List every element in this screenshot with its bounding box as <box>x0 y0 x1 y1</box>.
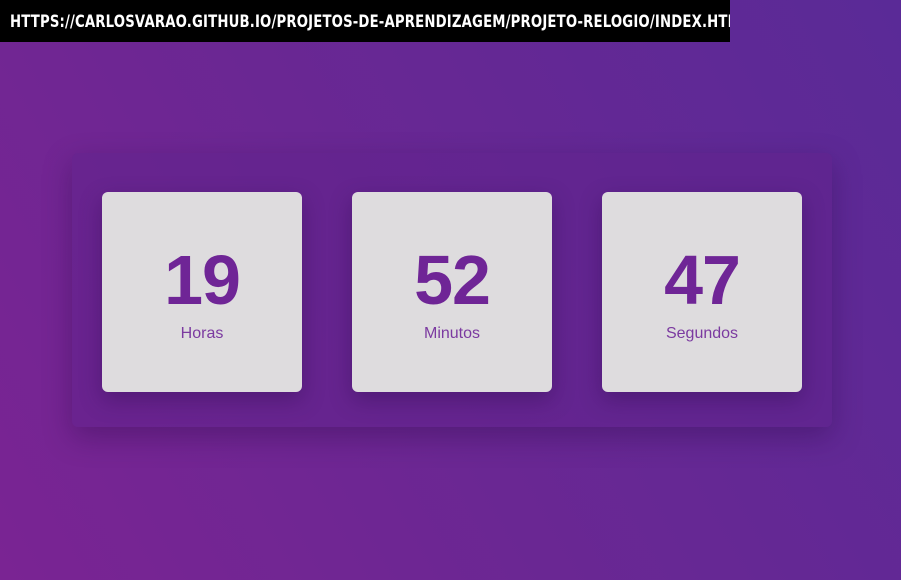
url-text: HTTPS://CARLOSVARAO.GITHUB.IO/PROJETOS-D… <box>10 12 730 32</box>
clock-page: { "browser": { "url": "HTTPS://CARLOSVAR… <box>0 0 901 580</box>
hours-box: 19 Horas <box>102 192 302 392</box>
seconds-value: 47 <box>664 241 741 319</box>
hours-value: 19 <box>164 241 241 319</box>
minutes-value: 52 <box>414 241 491 319</box>
url-bar[interactable]: HTTPS://CARLOSVARAO.GITHUB.IO/PROJETOS-D… <box>0 0 730 42</box>
clock-panel: 19 Horas 52 Minutos 47 Segundos <box>72 153 832 427</box>
minutes-box: 52 Minutos <box>352 192 552 392</box>
seconds-box: 47 Segundos <box>602 192 802 392</box>
hours-label: Horas <box>180 325 224 342</box>
seconds-label: Segundos <box>665 325 739 342</box>
minutes-label: Minutos <box>423 325 481 342</box>
